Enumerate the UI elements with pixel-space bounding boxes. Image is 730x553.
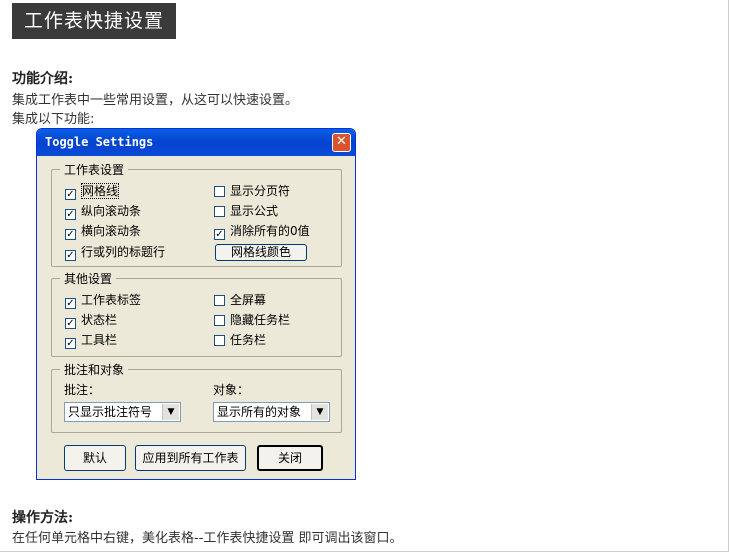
checkbox-box[interactable] [214, 315, 225, 326]
group-comments-objects: 批注和对象 [51, 361, 342, 433]
checkbox-box[interactable] [214, 186, 225, 197]
checkbox-hide-taskbar[interactable]: 隐藏任务栏 [214, 312, 290, 328]
usage-line: 在任何单元格中右键，美化表格--工作表快捷设置 即可调出该窗口。 [12, 531, 403, 546]
close-button[interactable]: 关闭 [257, 445, 323, 471]
checkbox-page-breaks[interactable]: 显示分页符 [214, 183, 290, 199]
checkbox-formulas[interactable]: 显示公式 [214, 203, 278, 219]
intro-line-1: 集成工作表中一些常用设置，从这可以快速设置。 [12, 93, 299, 108]
checkbox-status-bar[interactable]: ✓ 状态栏 [65, 312, 117, 329]
toggle-settings-dialog: Toggle Settings ✕ 工作表设置 ✓ 网格线 ✓ 纵向滚动条 ✓ 横向滚… [36, 128, 356, 480]
checkbox-taskbar[interactable]: 任务栏 [214, 332, 266, 348]
apply-all-button[interactable]: 应用到所有工作表 [135, 445, 246, 471]
close-icon[interactable]: ✕ [332, 133, 351, 152]
page-title: 工作表快捷设置 [12, 3, 176, 39]
default-button[interactable]: 默认 [64, 445, 126, 471]
object-label: 对象： [213, 383, 250, 397]
checkbox-vertical-scrollbar[interactable]: ✓ 纵向滚动条 [65, 203, 141, 220]
comment-select[interactable]: 只显示批注符号 ▼ [64, 402, 181, 422]
checkbox-box[interactable]: ✓ [65, 298, 76, 309]
checkbox-box[interactable]: ✓ [65, 318, 76, 329]
checkbox-box[interactable] [214, 335, 225, 346]
group-other-settings-legend: 其他设置 [60, 270, 117, 287]
intro-line-2: 集成以下功能: [12, 112, 95, 127]
usage-heading: 操作方法: [12, 510, 74, 526]
gridline-color-button[interactable]: 网格线颜色 [215, 244, 307, 261]
checkbox-fullscreen[interactable]: 全屏幕 [214, 292, 266, 308]
chevron-down-icon[interactable]: ▼ [162, 404, 179, 420]
checkbox-toolbar[interactable]: ✓ 工具栏 [65, 332, 117, 349]
checkbox-sheet-tabs[interactable]: ✓ 工作表标签 [65, 292, 141, 309]
checkbox-zero-values[interactable]: ✓ 消除所有的0值 [214, 223, 310, 240]
checkbox-box[interactable]: ✓ [65, 189, 76, 200]
group-sheet-settings-legend: 工作表设置 [60, 161, 129, 178]
checkbox-box[interactable]: ✓ [65, 229, 76, 240]
checkbox-box[interactable]: ✓ [214, 229, 225, 240]
checkbox-box[interactable]: ✓ [65, 338, 76, 349]
checkbox-horizontal-scrollbar[interactable]: ✓ 横向滚动条 [65, 223, 141, 240]
checkbox-headings[interactable]: ✓ 行或列的标题行 [65, 244, 165, 261]
checkbox-box[interactable]: ✓ [65, 209, 76, 220]
comment-label: 批注： [64, 383, 101, 397]
checkbox-box[interactable] [214, 206, 225, 217]
dialog-title: Toggle Settings [37, 129, 355, 156]
group-comments-objects-legend: 批注和对象 [60, 361, 129, 378]
checkbox-box[interactable]: ✓ [65, 250, 76, 261]
object-select[interactable]: 显示所有的对象 ▼ [213, 402, 330, 422]
checkbox-box[interactable] [214, 295, 225, 306]
chevron-down-icon[interactable]: ▼ [311, 404, 328, 420]
intro-heading: 功能介绍: [12, 71, 74, 87]
checkbox-gridlines[interactable]: ✓ 网格线 [65, 183, 120, 200]
